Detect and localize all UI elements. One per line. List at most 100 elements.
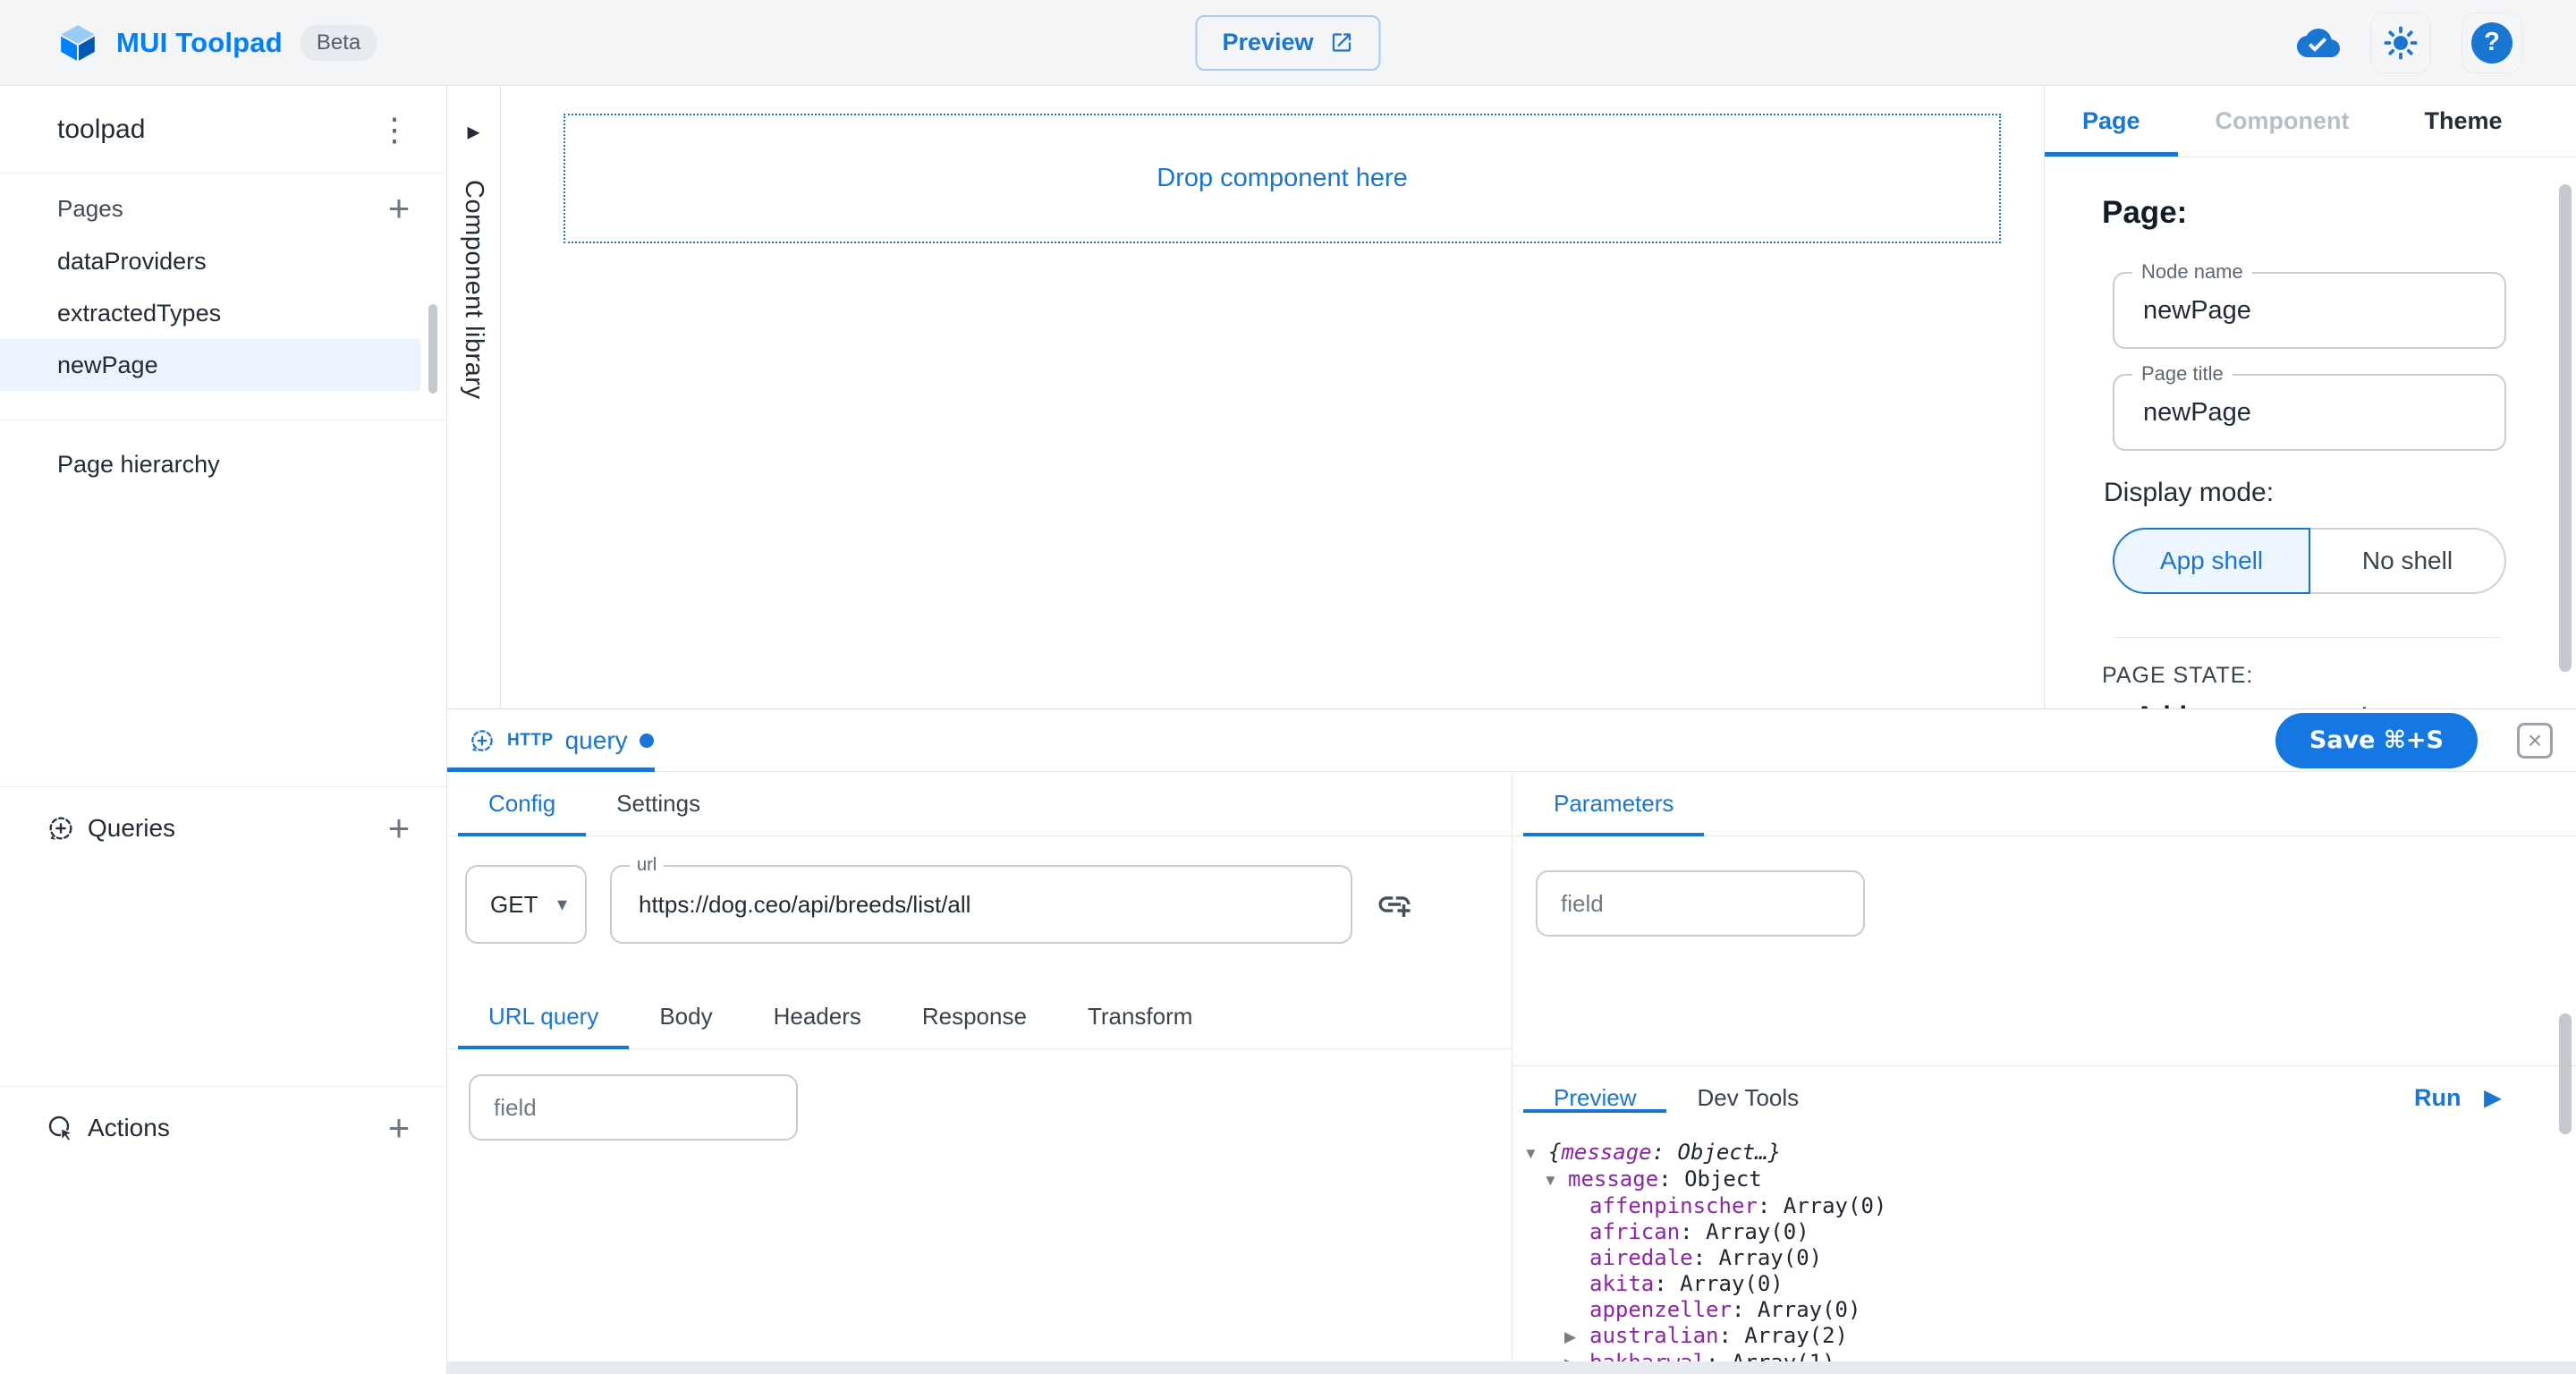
drop-zone[interactable]: Drop component here [564,114,2001,243]
node-name-label: Node name [2132,260,2252,284]
project-menu-button[interactable]: ⋮ [375,110,414,149]
sidebar-item-newpage[interactable]: newPage [0,339,420,391]
query-name-label: query [565,726,628,755]
parameters-area [1513,836,2576,1065]
url-field: url [610,865,1352,944]
tab-component[interactable]: Component [2178,86,2387,157]
tree-expand-icon[interactable]: ▼ [1543,1166,1568,1193]
tree-key: australian [1589,1323,1719,1350]
tab-label: Body [659,1003,712,1030]
tree-expand-icon[interactable]: ▼ [1523,1140,1548,1166]
tree-sep: : [1654,1271,1680,1297]
url-query-field [469,1074,798,1141]
add-page-parameters-button[interactable]: + Add page parameters [2102,700,2506,708]
run-button-label: Run [2414,1084,2461,1112]
tree-brace: { [1548,1140,1561,1166]
tab-dev-tools[interactable]: Dev Tools [1666,1084,1829,1112]
tab-response[interactable]: Response [892,985,1057,1048]
tree-row[interactable]: akita: Array(0) [1521,1271,2576,1297]
play-icon: ▶ [2485,1085,2501,1111]
no-shell-option[interactable]: No shell [2310,528,2506,594]
tree-row[interactable]: ▶bakharwal: Array(1) [1521,1350,2576,1361]
preview-button[interactable]: Preview [1195,15,1380,71]
http-query-icon [469,727,496,754]
tab-config[interactable]: Config [458,772,586,835]
url-query-input[interactable] [494,1094,773,1122]
queries-section-header: Queries + [0,787,446,869]
sidebar-item-dataproviders[interactable]: dataProviders [0,235,420,287]
tab-parameters[interactable]: Parameters [1523,772,1704,835]
tree-expand-icon[interactable]: ▶ [1564,1350,1589,1361]
tab-label: Theme [2425,107,2503,135]
page-heading: Page: [2102,195,2506,231]
chevron-right-icon: ▸ [467,116,479,146]
toolpad-logo-icon [57,22,98,64]
tab-page[interactable]: Page [2045,86,2178,157]
page-title-input[interactable] [2143,398,2476,428]
add-binding-button[interactable] [1376,886,1413,923]
active-tab-indicator [1523,1109,1666,1113]
mui-toolpad-app: MUI Toolpad Beta Preview [0,0,2576,1374]
node-name-input[interactable] [2143,296,2476,326]
app-shell-option[interactable]: App shell [2113,528,2310,594]
add-page-button[interactable]: + [378,188,419,229]
tree-value: Object [1684,1166,1762,1193]
save-button[interactable]: Save ⌘+S [2275,713,2478,768]
preview-button-label: Preview [1222,29,1313,56]
tree-expand-icon [1564,1245,1589,1271]
tree-row[interactable]: ▼{message: Object…} [1521,1140,2576,1166]
parameter-input[interactable] [1561,890,1840,918]
component-library-toggle[interactable]: ▸ Component library [447,86,501,708]
tree-row[interactable]: ▼message: Object [1521,1166,2576,1193]
url-input[interactable] [639,891,1324,919]
open-in-new-icon [1330,30,1354,55]
help-button[interactable]: ? [2462,13,2522,73]
tree-row[interactable]: airedale: Array(0) [1521,1245,2576,1271]
close-editor-button[interactable]: × [2517,723,2553,759]
close-icon: × [2528,728,2542,753]
tree-sep: : [1706,1350,1732,1361]
tree-row[interactable]: appenzeller: Array(0) [1521,1297,2576,1323]
tab-preview[interactable]: Preview [1523,1084,1666,1112]
active-tab-indicator [2045,152,2178,157]
divider [2114,637,2503,638]
tab-settings[interactable]: Settings [586,772,731,835]
json-preview-output: ▼{message: Object…} ▼message: Object aff… [1513,1129,2576,1361]
option-label: No shell [2362,547,2453,575]
tab-url-query[interactable]: URL query [458,985,629,1048]
theme-toggle-button[interactable] [2370,13,2431,73]
query-tab[interactable]: HTTP query [447,709,655,771]
sidebar-item-extractedtypes[interactable]: extractedTypes [0,287,420,339]
tab-headers[interactable]: Headers [743,985,892,1048]
run-button[interactable]: Run ▶ [2414,1084,2501,1112]
output-scrollbar[interactable] [2559,1014,2572,1134]
unsaved-changes-dot [640,734,654,748]
header-actions: ? [2297,13,2522,73]
tab-label: Dev Tools [1697,1084,1799,1112]
request-config-panel: Config Settings GET ▾ url [447,772,1512,1361]
pages-section: Pages + dataProviders extractedTypes new… [0,174,446,420]
tree-key: message [1561,1140,1651,1166]
tree-key: appenzeller [1589,1297,1732,1323]
add-action-button[interactable]: + [378,1107,419,1149]
add-page-parameters-label: Add page parameters [2135,701,2410,709]
tree-expand-icon[interactable]: ▶ [1564,1323,1589,1350]
dock-horizontal-scrollbar[interactable] [447,1361,2576,1374]
tree-row[interactable]: affenpinscher: Array(0) [1521,1193,2576,1219]
add-link-icon [1376,886,1413,923]
tab-label: Component [2216,107,2350,135]
http-method-select[interactable]: GET ▾ [465,865,587,944]
tab-body[interactable]: Body [629,985,742,1048]
add-query-button[interactable]: + [378,808,419,849]
tab-theme[interactable]: Theme [2387,86,2540,157]
pages-scrollbar[interactable] [428,304,437,394]
tab-transform[interactable]: Transform [1057,985,1224,1048]
page-item-label: newPage [57,352,158,379]
inspector-scrollbar[interactable] [2559,184,2572,672]
tree-sep: : [1693,1245,1719,1271]
tree-expand-icon [1564,1193,1589,1219]
help-icon: ? [2471,22,2512,64]
query-editor-body: Config Settings GET ▾ url [447,772,2576,1361]
tree-row[interactable]: african: Array(0) [1521,1219,2576,1245]
tree-row[interactable]: ▶australian: Array(2) [1521,1323,2576,1350]
